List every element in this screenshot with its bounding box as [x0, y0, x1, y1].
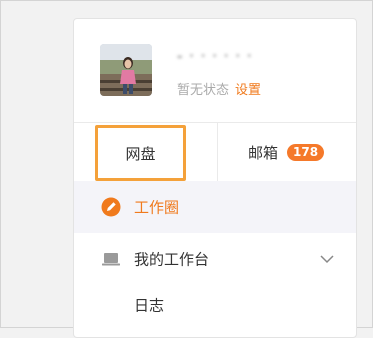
tab-mailbox-label: 邮箱 — [248, 143, 279, 162]
user-panel: - · · · · · · 暂无状态 设置 网盘 邮箱 178 工作圈 我的工作台… — [73, 18, 357, 338]
laptop-icon — [102, 253, 120, 266]
submenu-item-log[interactable]: 日志 — [74, 285, 356, 325]
status-text: 暂无状态 — [177, 83, 230, 98]
avatar-photo — [100, 44, 152, 96]
unread-count-badge: 178 — [287, 143, 325, 161]
menu-item-label: 我的工作台 — [134, 250, 210, 269]
menu-item-work-circle[interactable]: 工作圈 — [74, 181, 356, 233]
chevron-down-icon[interactable] — [320, 254, 334, 264]
tab-bar: 网盘 邮箱 178 — [74, 122, 356, 182]
avatar[interactable] — [100, 44, 152, 96]
tab-netdisk[interactable]: 网盘 — [95, 125, 186, 181]
tab-divider — [217, 123, 218, 181]
menu-item-label: 工作圈 — [134, 198, 180, 217]
menu-item-my-workbench[interactable]: 我的工作台 — [74, 233, 356, 285]
settings-link[interactable]: 设置 — [235, 83, 261, 98]
pencil-circle-icon — [101, 197, 121, 217]
username: - · · · · · · — [177, 47, 253, 65]
status-line: 暂无状态 设置 — [177, 79, 261, 98]
submenu-item-label: 日志 — [134, 296, 165, 315]
tab-netdisk-label: 网盘 — [125, 144, 156, 163]
tab-mailbox[interactable]: 邮箱 178 — [248, 123, 325, 181]
